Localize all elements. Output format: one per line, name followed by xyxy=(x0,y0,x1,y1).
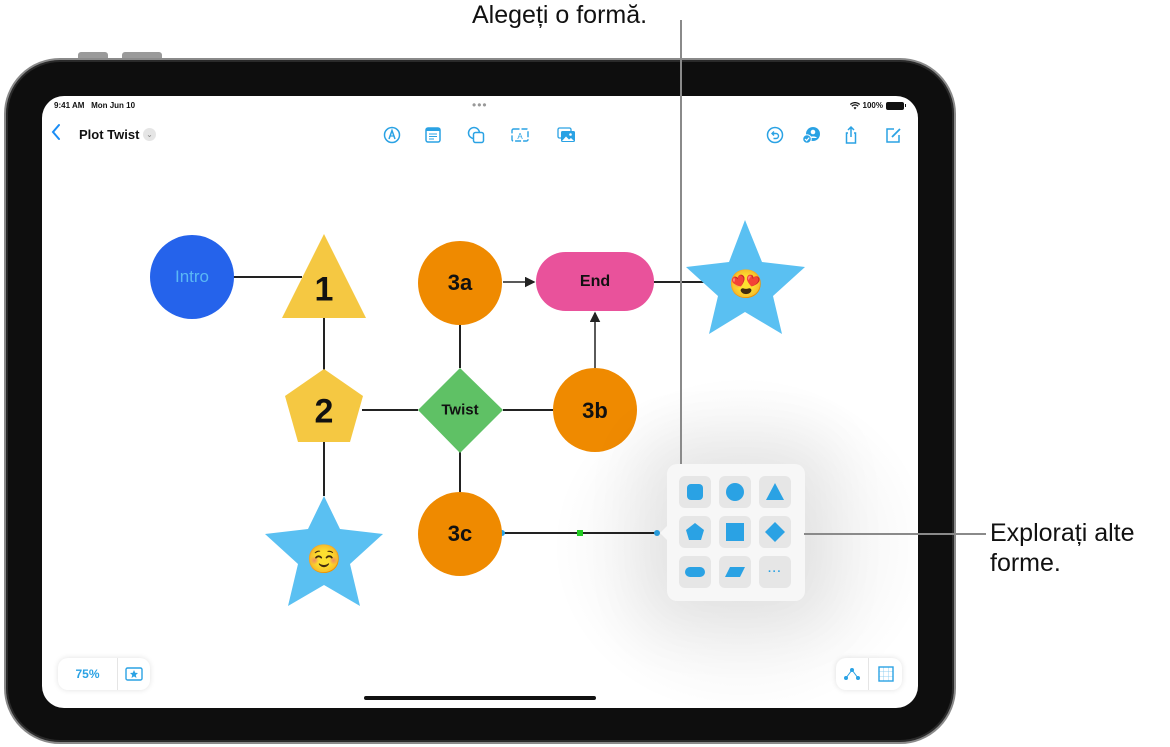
leader-line-explore-shapes xyxy=(804,533,986,535)
grid-icon xyxy=(877,666,894,682)
emoji-heart-eyes: 😍 xyxy=(728,268,764,300)
pill-icon xyxy=(685,567,705,577)
zoom-controls: 75% xyxy=(58,658,150,690)
rounded-square-icon xyxy=(687,484,703,500)
node-1-label: 1 xyxy=(314,270,334,309)
screen: 9:41 AM Mon Jun 10 ••• 100% Plot Twist ⌄ xyxy=(42,96,918,708)
board-canvas[interactable] xyxy=(42,96,918,708)
node-twist-label: Twist xyxy=(441,401,479,419)
emoji-smiling: ☺️ xyxy=(306,543,342,575)
square-icon xyxy=(726,523,744,541)
parallelogram-icon xyxy=(725,567,745,577)
more-shapes-label: ··· xyxy=(768,566,782,578)
home-indicator[interactable] xyxy=(364,696,596,700)
diamond-icon xyxy=(765,522,785,542)
node-3c-label: 3c xyxy=(447,521,473,546)
callout-explore-shapes: Explorați alte forme. xyxy=(990,518,1135,578)
grid-button[interactable] xyxy=(869,658,902,690)
pentagon-icon xyxy=(686,523,704,540)
circle-icon xyxy=(726,483,744,501)
view-controls xyxy=(836,658,902,690)
callout-choose-shape: Alegeți o formă. xyxy=(472,1,648,29)
node-3a-label: 3a xyxy=(447,270,473,295)
zoom-level-button[interactable]: 75% xyxy=(58,658,118,690)
node-intro-label: Intro xyxy=(174,267,210,286)
connection-button[interactable] xyxy=(836,658,869,690)
shape-option-rounded-square[interactable] xyxy=(679,476,711,508)
shape-option-parallelogram[interactable] xyxy=(719,556,751,588)
popover-arrow xyxy=(660,526,667,540)
shape-picker-popover: ··· xyxy=(660,464,805,601)
callout-explore-line2: forme. xyxy=(990,549,1061,577)
shape-option-diamond[interactable] xyxy=(759,516,791,548)
node-3b-label: 3b xyxy=(582,398,608,423)
node-2-label: 2 xyxy=(314,392,334,431)
leader-line-choose-shape xyxy=(680,20,682,464)
shape-option-more[interactable]: ··· xyxy=(759,556,791,588)
node-end-label: End xyxy=(579,273,611,290)
connection-mid-handle[interactable] xyxy=(577,530,583,536)
favorites-button[interactable] xyxy=(118,658,150,690)
shape-option-pill[interactable] xyxy=(679,556,711,588)
shape-option-pentagon[interactable] xyxy=(679,516,711,548)
triangle-icon xyxy=(766,483,784,500)
star-frame-icon xyxy=(125,667,143,681)
shape-option-triangle[interactable] xyxy=(759,476,791,508)
stage: Alegeți o formă. Explorați alte forme. 9… xyxy=(0,0,1170,747)
shape-option-circle[interactable] xyxy=(719,476,751,508)
connection-points-icon xyxy=(844,668,860,680)
callout-explore-line1: Explorați alte xyxy=(990,519,1135,547)
shape-option-square[interactable] xyxy=(719,516,751,548)
